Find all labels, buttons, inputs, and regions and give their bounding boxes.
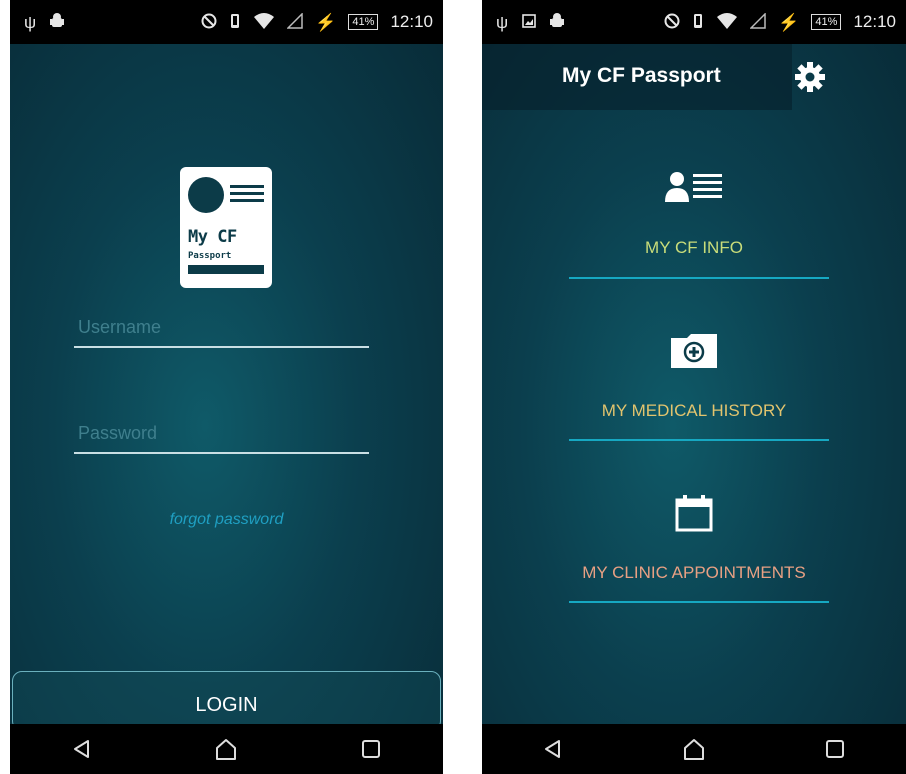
charging-icon: ⚡ bbox=[778, 12, 800, 32]
recents-icon[interactable] bbox=[353, 731, 389, 767]
signal-icon bbox=[286, 11, 303, 32]
usb-icon: ψ bbox=[24, 12, 37, 32]
login-screen: ψ ⚡ 41% 12:10 My CF Passport Username fo… bbox=[10, 0, 443, 774]
menu-item-my-clinic-appointments[interactable]: MY CLINIC APPOINTMENTS bbox=[482, 494, 906, 606]
menu-label: MY CLINIC APPOINTMENTS bbox=[582, 563, 806, 582]
divider bbox=[569, 601, 829, 603]
logo-avatar-shape bbox=[188, 177, 224, 213]
signal-icon bbox=[749, 11, 766, 32]
home-screen: ψ ⚡ 41% 12:10 My CF Passport MY CF INFO … bbox=[482, 0, 906, 774]
menu-label: MY CF INFO bbox=[645, 238, 743, 257]
wifi-icon bbox=[716, 12, 738, 33]
logo-line bbox=[230, 185, 264, 188]
menu-item-my-cf-info[interactable]: MY CF INFO bbox=[482, 170, 906, 282]
logo-subtitle: Passport bbox=[188, 251, 232, 261]
settings-gear-icon[interactable] bbox=[793, 60, 827, 94]
android-debug-icon bbox=[50, 12, 65, 32]
back-icon[interactable] bbox=[535, 731, 571, 767]
status-bar: ψ ⚡ 41% 12:10 bbox=[10, 0, 443, 44]
battery-icon: 41% bbox=[811, 14, 842, 30]
logo-bar bbox=[188, 265, 264, 274]
login-button[interactable]: LOGIN bbox=[12, 671, 441, 731]
do-not-disturb-icon bbox=[664, 13, 680, 32]
usb-icon: ψ bbox=[496, 12, 509, 32]
logo-line bbox=[230, 192, 264, 195]
do-not-disturb-icon bbox=[201, 13, 217, 32]
home-icon[interactable] bbox=[676, 731, 712, 767]
username-field[interactable] bbox=[74, 308, 369, 348]
android-debug-icon bbox=[550, 12, 565, 32]
charging-icon: ⚡ bbox=[315, 12, 337, 32]
vibrate-icon bbox=[692, 13, 704, 32]
recents-icon[interactable] bbox=[817, 731, 853, 767]
app-bar: My CF Passport bbox=[482, 44, 792, 110]
clock: 12:10 bbox=[853, 12, 896, 31]
status-bar: ψ ⚡ 41% 12:10 bbox=[482, 0, 906, 44]
divider bbox=[569, 277, 829, 279]
menu-label: MY MEDICAL HISTORY bbox=[601, 401, 787, 420]
profile-card-icon bbox=[482, 170, 906, 204]
wifi-icon bbox=[253, 12, 275, 33]
calendar-icon bbox=[482, 494, 906, 532]
logo-title: My CF bbox=[188, 227, 237, 247]
vibrate-icon bbox=[229, 13, 241, 32]
medical-folder-icon bbox=[482, 332, 906, 370]
app-title: My CF Passport bbox=[562, 64, 721, 87]
home-icon[interactable] bbox=[208, 731, 244, 767]
navigation-bar bbox=[10, 724, 443, 774]
logo-line bbox=[230, 199, 264, 202]
navigation-bar bbox=[482, 724, 906, 774]
password-field[interactable] bbox=[74, 414, 369, 454]
divider bbox=[569, 439, 829, 441]
clock: 12:10 bbox=[390, 12, 433, 31]
back-icon[interactable] bbox=[64, 731, 100, 767]
app-logo: My CF Passport bbox=[180, 167, 272, 288]
battery-icon: 41% bbox=[348, 14, 379, 30]
image-icon bbox=[522, 13, 536, 31]
menu-item-my-medical-history[interactable]: MY MEDICAL HISTORY bbox=[482, 332, 906, 444]
forgot-password-link[interactable]: forgot password bbox=[10, 511, 443, 529]
